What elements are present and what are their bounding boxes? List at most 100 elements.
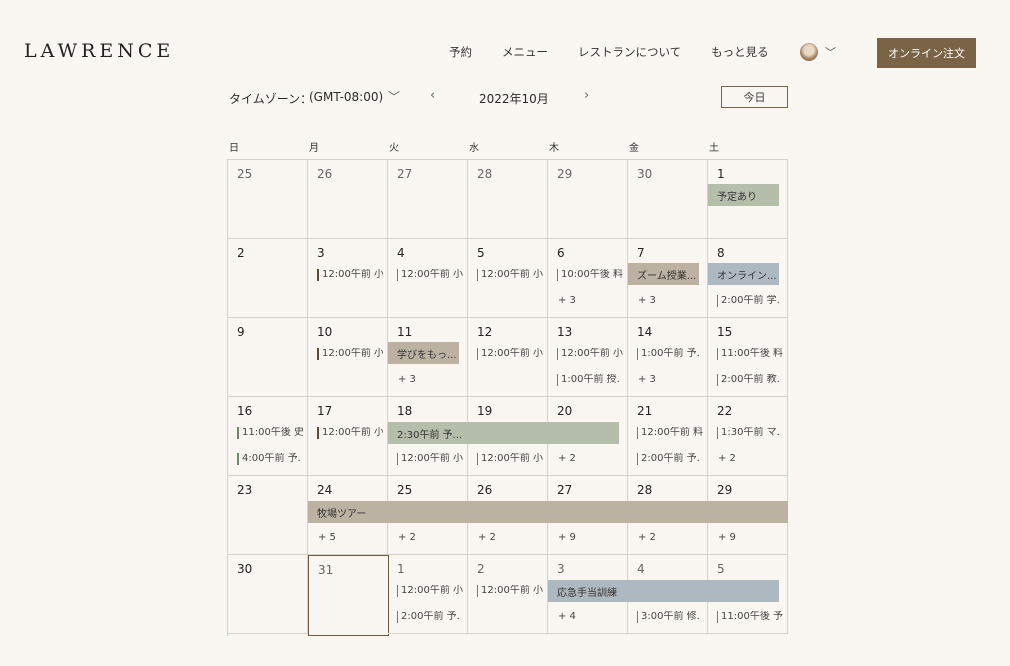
- today-button[interactable]: 今日: [721, 86, 788, 108]
- day-cell[interactable]: 1 12:00午前 小 2:00午前 予.: [388, 555, 468, 634]
- event-item[interactable]: 12:00午前 小: [477, 453, 543, 465]
- weekday-wed: 水: [469, 143, 479, 154]
- event-item[interactable]: 12:00午前 小: [317, 269, 383, 281]
- day-cell[interactable]: 16 11:00午後 史 4:00午前 予.: [228, 397, 308, 476]
- day-cell[interactable]: 17 12:00午前 小: [308, 397, 388, 476]
- day-cell[interactable]: 30: [628, 160, 708, 239]
- event-bar[interactable]: ズーム授業...: [628, 263, 699, 285]
- event-bar[interactable]: 応急手当訓練: [548, 580, 779, 602]
- more-events-link[interactable]: + 9: [718, 532, 736, 543]
- more-events-link[interactable]: + 9: [558, 532, 576, 543]
- prev-month-icon[interactable]: ‹: [430, 88, 435, 103]
- event-item[interactable]: 11:00午後 予: [717, 611, 783, 623]
- event-item[interactable]: 11:00午後 史: [237, 427, 303, 439]
- day-cell[interactable]: 10 12:00午前 小: [308, 318, 388, 397]
- day-number: 20: [557, 404, 573, 418]
- event-item[interactable]: 10:00午後 料: [557, 269, 623, 281]
- more-events-link[interactable]: + 2: [478, 532, 496, 543]
- event-item[interactable]: 2:00午前 予.: [397, 611, 463, 623]
- event-item[interactable]: 12:00午前 小: [477, 585, 543, 597]
- day-number: 4: [397, 246, 405, 260]
- event-item[interactable]: 1:00午前 予.: [637, 348, 703, 360]
- day-cell[interactable]: 9: [228, 318, 308, 397]
- more-events-link[interactable]: + 2: [638, 532, 656, 543]
- event-item[interactable]: 12:00午前 小: [397, 585, 463, 597]
- avatar[interactable]: [800, 43, 818, 61]
- day-number: 10: [317, 325, 333, 339]
- event-item[interactable]: 2:00午前 学.: [717, 295, 783, 307]
- day-cell[interactable]: 6 10:00午後 料 + 3: [548, 239, 628, 318]
- day-cell[interactable]: 23: [228, 476, 308, 555]
- day-cell[interactable]: 5 12:00午前 小: [468, 239, 548, 318]
- day-cell[interactable]: 13 12:00午前 小 1:00午前 授.: [548, 318, 628, 397]
- timezone-select[interactable]: (GMT-08:00): [309, 90, 383, 104]
- next-month-icon[interactable]: ›: [584, 88, 589, 103]
- more-events-link[interactable]: + 5: [318, 532, 336, 543]
- event-item[interactable]: 12:00午前 料: [637, 427, 703, 439]
- more-events-link[interactable]: + 3: [638, 295, 656, 306]
- nav-item-more[interactable]: もっと見る: [711, 44, 769, 60]
- day-cell[interactable]: 28: [468, 160, 548, 239]
- event-item[interactable]: 3:00午前 修.: [637, 611, 703, 623]
- more-events-link[interactable]: + 3: [398, 374, 416, 385]
- day-cell[interactable]: 2: [228, 239, 308, 318]
- day-number: 22: [717, 404, 733, 418]
- day-cell[interactable]: 12 12:00午前 小: [468, 318, 548, 397]
- day-number: 23: [237, 483, 253, 497]
- event-item[interactable]: 12:00午前 小: [317, 348, 383, 360]
- day-number: 2: [477, 562, 485, 576]
- main-nav: 予約 メニュー レストランについて もっと見る: [449, 44, 799, 60]
- day-number: 8: [717, 246, 725, 260]
- day-cell[interactable]: 21 12:00午前 料 2:00午前 予.: [628, 397, 708, 476]
- event-bar[interactable]: 学びをもっ...: [388, 342, 459, 364]
- event-item[interactable]: 2:00午前 教.: [717, 374, 783, 386]
- event-item[interactable]: 11:00午後 料: [717, 348, 783, 360]
- site-logo[interactable]: LAWRENCE: [24, 40, 174, 62]
- event-item[interactable]: 12:00午前 小: [477, 348, 543, 360]
- more-events-link[interactable]: + 3: [558, 295, 576, 306]
- day-cell[interactable]: 15 11:00午後 料 2:00午前 教.: [708, 318, 788, 397]
- day-cell[interactable]: 22 1:30午前 マ. + 2: [708, 397, 788, 476]
- more-events-link[interactable]: + 4: [558, 611, 576, 622]
- day-number: 6: [557, 246, 565, 260]
- day-cell[interactable]: 2 12:00午前 小: [468, 555, 548, 634]
- day-cell[interactable]: 29: [548, 160, 628, 239]
- event-item[interactable]: 12:00午前 小: [397, 453, 463, 465]
- day-number: 19: [477, 404, 493, 418]
- day-cell[interactable]: 4 12:00午前 小: [388, 239, 468, 318]
- day-cell-selected[interactable]: 31: [308, 555, 389, 636]
- event-bar[interactable]: 牧場ツアー: [308, 501, 788, 523]
- event-bar[interactable]: 予定あり: [708, 184, 779, 206]
- day-number: 28: [637, 483, 653, 497]
- day-number: 1: [717, 167, 725, 181]
- nav-item-menu[interactable]: メニュー: [502, 44, 548, 60]
- day-cell[interactable]: 14 1:00午前 予. + 3: [628, 318, 708, 397]
- day-number: 28: [477, 167, 493, 181]
- day-cell[interactable]: 27: [388, 160, 468, 239]
- event-bar[interactable]: オンライン...: [708, 263, 779, 285]
- event-item[interactable]: 1:30午前 マ.: [717, 427, 783, 439]
- event-item[interactable]: 12:00午前 小: [477, 269, 543, 281]
- more-events-link[interactable]: + 2: [558, 453, 576, 464]
- more-events-link[interactable]: + 3: [638, 374, 656, 385]
- day-cell[interactable]: 30: [228, 555, 308, 634]
- event-item[interactable]: 2:00午前 予.: [637, 453, 703, 465]
- event-item[interactable]: 12:00午前 小: [317, 427, 383, 439]
- chevron-down-icon[interactable]: ﹀: [825, 44, 836, 60]
- event-item[interactable]: 4:00午前 予.: [237, 453, 303, 465]
- day-number: 9: [237, 325, 245, 339]
- day-cell[interactable]: 3 12:00午前 小: [308, 239, 388, 318]
- event-item[interactable]: 12:00午前 小: [557, 348, 623, 360]
- online-order-button[interactable]: オンライン注文: [877, 38, 976, 68]
- nav-item-about[interactable]: レストランについて: [578, 44, 681, 60]
- nav-item-reservation[interactable]: 予約: [449, 44, 472, 60]
- more-events-link[interactable]: + 2: [398, 532, 416, 543]
- event-item[interactable]: 1:00午前 授.: [557, 374, 623, 386]
- more-events-link[interactable]: + 2: [718, 453, 736, 464]
- event-bar[interactable]: 2:30午前 予...: [388, 422, 619, 444]
- day-number: 26: [317, 167, 333, 181]
- event-item[interactable]: 12:00午前 小: [397, 269, 463, 281]
- day-cell[interactable]: 26: [308, 160, 388, 239]
- chevron-down-icon[interactable]: ﹀: [388, 88, 400, 105]
- day-cell[interactable]: 25: [228, 160, 308, 239]
